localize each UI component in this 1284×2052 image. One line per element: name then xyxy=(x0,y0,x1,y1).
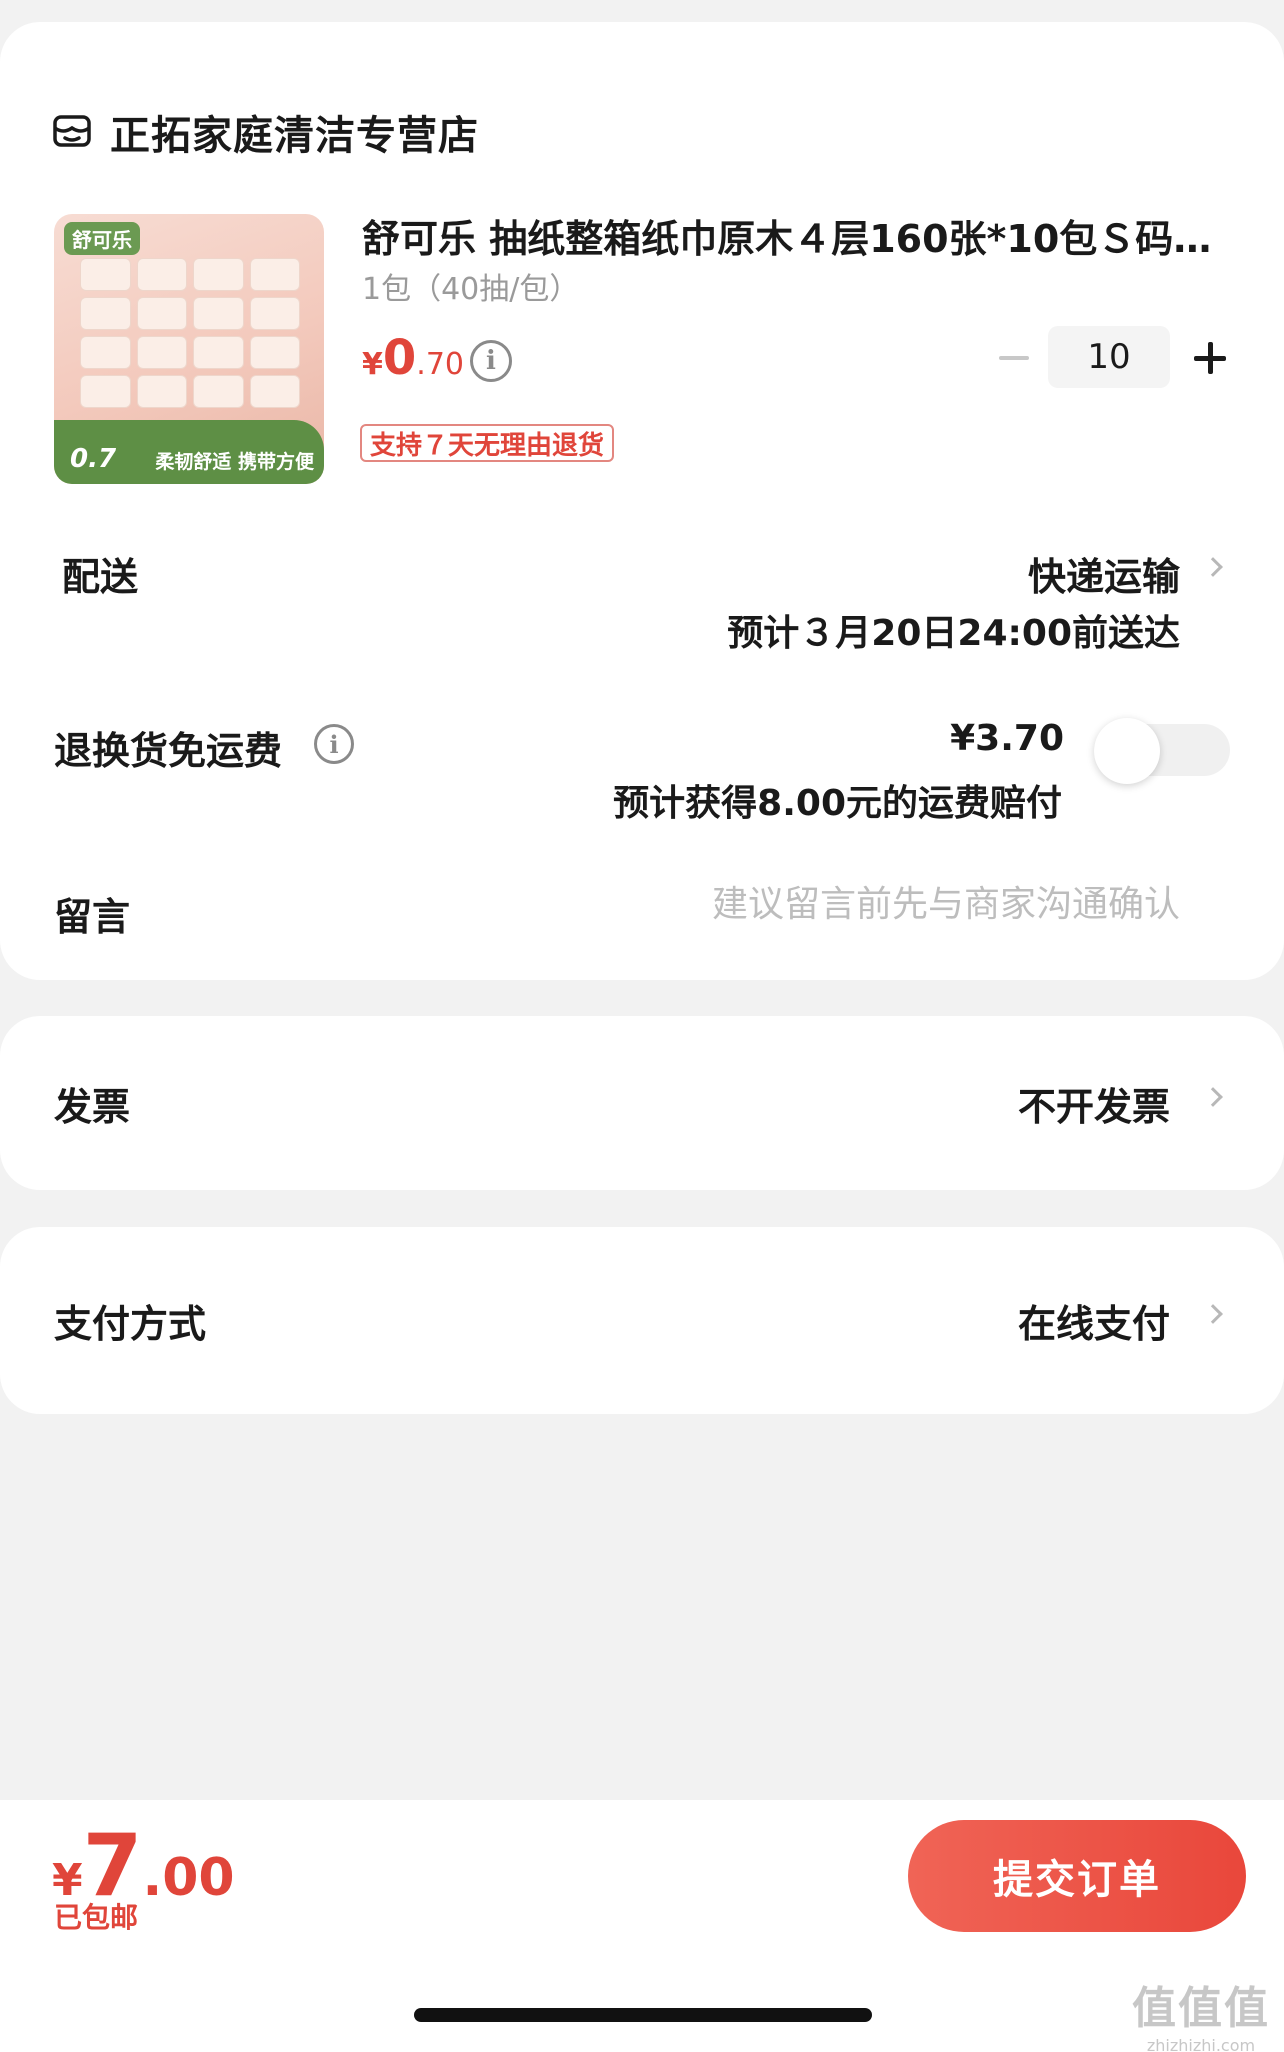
product-image-logo: 舒可乐 xyxy=(64,222,140,255)
delivery-eta: 预计３月20日24:00前送达 xyxy=(727,613,1180,654)
store-icon xyxy=(53,115,91,147)
quantity-increase-button[interactable] xyxy=(1190,336,1230,380)
toggle-knob xyxy=(1094,718,1160,784)
watermark: 值值值 zhizhizhi.com xyxy=(1132,1972,1270,2052)
product-image-packs xyxy=(80,258,300,408)
submit-order-button[interactable]: 提交订单 xyxy=(908,1820,1246,1932)
product-title[interactable]: 舒可乐 抽纸整箱纸巾原木４层160张*10包Ｓ码小包家用餐巾纸 xyxy=(362,208,1232,263)
delivery-chevron-icon[interactable] xyxy=(1203,557,1223,577)
price-symbol: ¥ xyxy=(362,347,383,382)
return-policy-badge: 支持７天无理由退货 xyxy=(360,424,615,462)
payment-card[interactable]: 支付方式 在线支付 xyxy=(0,1227,1284,1414)
store-name: 正拓家庭清洁专营店 xyxy=(110,113,479,159)
watermark-logo: 值值值 xyxy=(1132,1983,1270,2034)
invoice-value[interactable]: 不开发票 xyxy=(1018,1076,1170,1131)
refund-compensation: 预计获得8.00元的运费赔付 xyxy=(613,783,1062,824)
product-image[interactable]: 舒可乐 0.7 柔韧舒适 携带方便 xyxy=(54,214,324,484)
message-input[interactable] xyxy=(580,884,1180,925)
refund-shipping-price: ¥3.70 xyxy=(950,718,1064,759)
product-image-slogan: 柔韧舒适 携带方便 xyxy=(155,451,314,473)
price-decimal: .70 xyxy=(416,347,464,382)
watermark-url: zhizhizhi.com xyxy=(1146,2036,1256,2052)
delivery-method[interactable]: 快递运输 xyxy=(1028,546,1180,601)
order-card: 正拓家庭清洁专营店 舒可乐 0.7 柔韧舒适 携带方便 舒可乐 抽纸整箱纸巾原木… xyxy=(0,22,1284,980)
shipping-note: 已包邮 xyxy=(54,1901,139,1934)
payment-label: 支付方式 xyxy=(54,1302,207,1346)
payment-value[interactable]: 在线支付 xyxy=(1018,1293,1170,1348)
product-price: ¥ 0 .70 xyxy=(362,330,464,386)
invoice-card[interactable]: 发票 不开发票 xyxy=(0,1016,1284,1190)
refund-shipping-toggle[interactable] xyxy=(1094,718,1230,784)
product-image-price-tag: 0.7 xyxy=(70,444,117,474)
invoice-chevron-icon[interactable] xyxy=(1203,1087,1223,1107)
checkout-bar: ¥ 7 .00 已包邮 提交订单 值值值 zhizhizhi.com xyxy=(0,1800,1284,2052)
quantity-decrease-button[interactable] xyxy=(994,336,1034,380)
refund-shipping-label: 退换货免运费 xyxy=(54,729,283,773)
product-spec[interactable]: 1包（40抽/包） xyxy=(362,264,579,308)
payment-chevron-icon[interactable] xyxy=(1203,1304,1223,1324)
home-indicator[interactable] xyxy=(414,2008,872,2022)
total-decimal: .00 xyxy=(142,1848,235,1908)
price-info-icon[interactable]: i xyxy=(470,340,512,382)
price-integer: 0 xyxy=(382,330,417,386)
message-label: 留言 xyxy=(54,895,131,939)
invoice-label: 发票 xyxy=(54,1085,131,1129)
quantity-value[interactable]: 10 xyxy=(1048,326,1170,388)
refund-info-icon[interactable]: i xyxy=(314,724,354,764)
store-header[interactable]: 正拓家庭清洁专营店 xyxy=(52,102,479,162)
delivery-label: 配送 xyxy=(62,555,139,599)
